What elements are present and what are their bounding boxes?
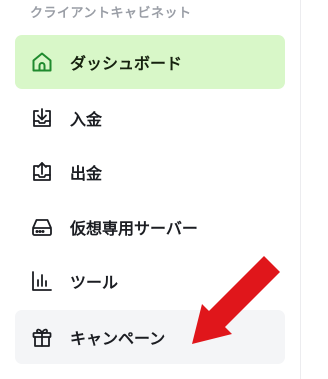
sidebar-item-label: 仮想専用サーバー — [70, 219, 198, 238]
sidebar-item-label: ツール — [70, 273, 119, 292]
section-title: クライアントキャビネット — [30, 6, 192, 21]
server-drive-icon — [30, 215, 54, 239]
red-arrow-pointer — [192, 256, 280, 344]
download-tray-icon — [30, 106, 54, 130]
sidebar-item-label: 出金 — [70, 164, 103, 183]
sidebar-item-label: 入金 — [70, 110, 103, 129]
bar-chart-icon — [30, 269, 54, 293]
sidebar-item-label: ダッシュボード — [70, 54, 183, 73]
sidebar-item-label: キャンペーン — [70, 329, 166, 348]
home-icon — [30, 50, 54, 74]
page: クライアントキャビネット ダッシュボード 入金 出金 仮想専用サーバー ツール … — [0, 0, 328, 379]
gift-icon — [30, 325, 54, 349]
upload-tray-icon — [30, 160, 54, 184]
sidebar-item-deposit[interactable]: 入金 — [15, 91, 285, 145]
sidebar-item-withdrawal[interactable]: 出金 — [15, 145, 285, 199]
sidebar-item-dashboard[interactable]: ダッシュボード — [15, 35, 285, 89]
sidebar-divider — [300, 0, 301, 379]
